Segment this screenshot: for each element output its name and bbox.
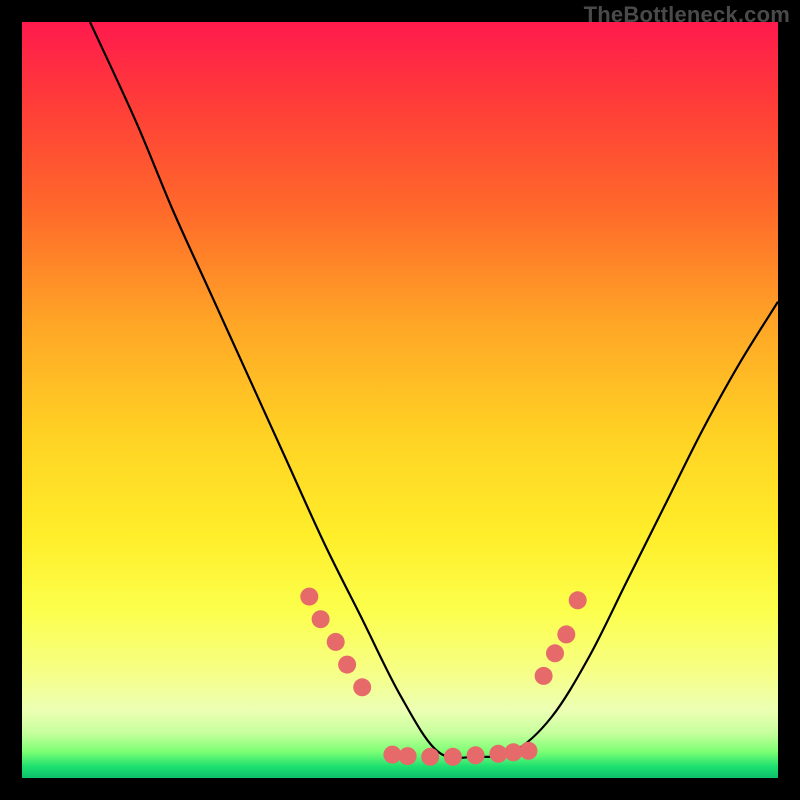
- plot-area: [22, 22, 778, 778]
- curve-dot: [467, 746, 485, 764]
- chart-frame: TheBottleneck.com: [0, 0, 800, 800]
- curve-dots-group: [300, 588, 586, 766]
- curve-dot: [546, 644, 564, 662]
- curve-dot: [444, 748, 462, 766]
- curve-dot: [327, 633, 345, 651]
- curve-dot: [383, 746, 401, 764]
- curve-dot: [535, 667, 553, 685]
- curve-layer: [22, 22, 778, 778]
- bottleneck-curve: [90, 22, 778, 758]
- curve-dot: [399, 747, 417, 765]
- curve-dot: [300, 588, 318, 606]
- curve-dot: [421, 748, 439, 766]
- curve-dot: [312, 610, 330, 628]
- curve-dot: [353, 678, 371, 696]
- curve-dot: [569, 591, 587, 609]
- curve-dot: [338, 656, 356, 674]
- curve-dot: [557, 625, 575, 643]
- curve-dot: [520, 742, 538, 760]
